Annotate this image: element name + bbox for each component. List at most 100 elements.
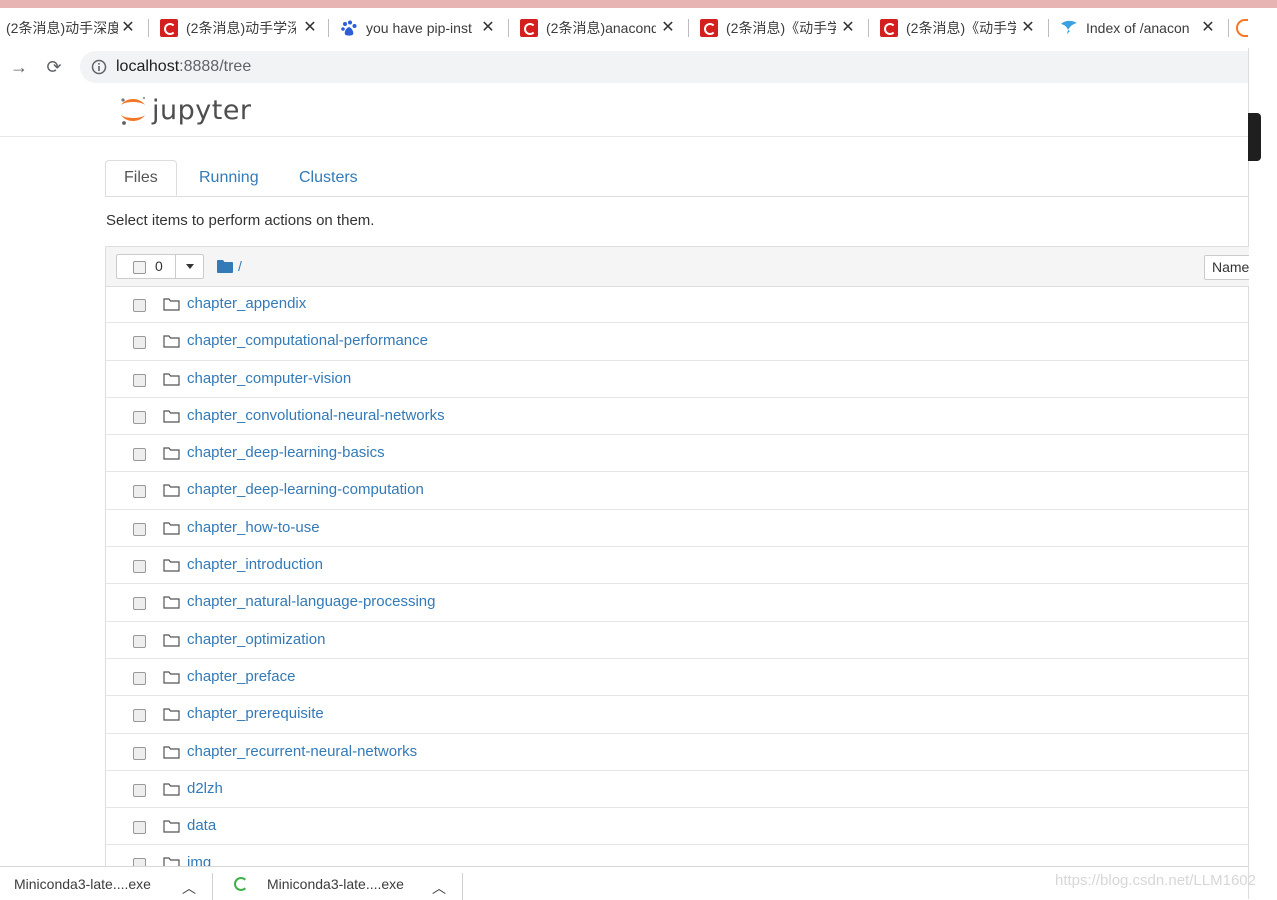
item-link[interactable]: d2lzh bbox=[187, 780, 223, 797]
list-item[interactable]: chapter_preface bbox=[106, 659, 1249, 697]
item-link[interactable]: chapter_appendix bbox=[187, 295, 306, 312]
select-all-dropdown[interactable]: 0 bbox=[116, 254, 204, 279]
item-link[interactable]: chapter_recurrent-neural-networks bbox=[187, 743, 417, 760]
select-all-checkbox[interactable] bbox=[133, 261, 146, 274]
caret-down-icon[interactable] bbox=[186, 264, 194, 269]
jupyter-tabs: Files Running Clusters bbox=[105, 160, 1248, 197]
list-item[interactable]: chapter_convolutional-neural-networks bbox=[106, 398, 1249, 436]
item-checkbox[interactable] bbox=[133, 336, 146, 350]
item-checkbox[interactable] bbox=[133, 448, 146, 462]
list-item[interactable]: chapter_computer-vision bbox=[106, 361, 1249, 398]
folder-icon bbox=[163, 410, 180, 423]
list-item[interactable]: chapter_appendix bbox=[106, 286, 1249, 324]
item-link[interactable]: chapter_prerequisite bbox=[187, 705, 324, 722]
item-checkbox[interactable] bbox=[133, 746, 146, 760]
side-panel-handle[interactable] bbox=[1248, 113, 1261, 161]
tab-title: (2条消息)动手学深 bbox=[186, 20, 296, 36]
tab-close-icon[interactable]: ✕ bbox=[300, 17, 320, 37]
item-link[interactable]: chapter_introduction bbox=[187, 556, 323, 573]
list-item[interactable]: chapter_prerequisite bbox=[106, 696, 1249, 734]
item-checkbox[interactable] bbox=[133, 597, 146, 611]
browser-tab[interactable]: (2条消息)anacond ✕ bbox=[520, 8, 686, 48]
tab-files[interactable]: Files bbox=[105, 160, 177, 196]
browser-tab[interactable]: Index of /anacon ✕ bbox=[1060, 8, 1226, 48]
tab-close-icon[interactable]: ✕ bbox=[118, 17, 138, 37]
item-link[interactable]: chapter_how-to-use bbox=[187, 519, 320, 536]
download-filename: Miniconda3-late....exe bbox=[267, 875, 404, 892]
list-item[interactable]: img bbox=[106, 845, 1249, 867]
item-link[interactable]: data bbox=[187, 817, 216, 834]
info-icon[interactable] bbox=[91, 59, 107, 75]
browser-tab[interactable]: (2条消息)《动手学 ✕ bbox=[880, 8, 1046, 48]
folder-icon bbox=[163, 596, 180, 609]
item-link[interactable]: chapter_optimization bbox=[187, 631, 325, 648]
item-link[interactable]: chapter_preface bbox=[187, 668, 295, 685]
item-link[interactable]: chapter_computational-performance bbox=[187, 332, 428, 349]
item-link[interactable]: chapter_deep-learning-basics bbox=[187, 444, 385, 461]
file-list: chapter_appendix chapter_computational-p… bbox=[106, 286, 1249, 867]
chevron-up-icon[interactable]: ︿ bbox=[182, 878, 196, 898]
item-checkbox[interactable] bbox=[133, 485, 146, 499]
sort-by-name-button[interactable]: Name bbox=[1204, 255, 1249, 280]
list-item[interactable]: chapter_optimization bbox=[106, 622, 1249, 659]
item-checkbox[interactable] bbox=[133, 373, 146, 387]
jupyter-header: jupyter bbox=[0, 86, 1248, 137]
download-filename: Miniconda3-late....exe bbox=[14, 875, 151, 892]
tab-close-icon[interactable]: ✕ bbox=[1198, 17, 1218, 37]
list-item[interactable]: d2lzh bbox=[106, 771, 1249, 809]
tab-clusters[interactable]: Clusters bbox=[281, 160, 376, 196]
browser-tab[interactable]: (2条消息)动手深度 ✕ bbox=[0, 8, 146, 48]
item-checkbox[interactable] bbox=[133, 709, 146, 723]
item-link[interactable]: chapter_computer-vision bbox=[187, 370, 351, 387]
csdn-icon bbox=[520, 19, 538, 37]
chevron-up-icon[interactable]: ︿ bbox=[432, 878, 446, 898]
list-item[interactable]: data bbox=[106, 808, 1249, 846]
download-item[interactable]: Miniconda3-late....exe ︿ bbox=[234, 867, 456, 900]
folder-icon bbox=[163, 745, 180, 759]
tab-running[interactable]: Running bbox=[181, 160, 277, 196]
item-link[interactable]: chapter_deep-learning-computation bbox=[187, 481, 424, 498]
browser-tab[interactable]: you have pip-inst ✕ bbox=[340, 8, 506, 48]
item-checkbox[interactable] bbox=[133, 410, 146, 424]
list-item[interactable]: chapter_computational-performance bbox=[106, 323, 1249, 361]
browser-tab-partial[interactable] bbox=[1236, 8, 1248, 48]
folder-icon bbox=[163, 559, 180, 572]
tab-separator bbox=[328, 19, 329, 37]
tab-separator bbox=[508, 19, 509, 37]
browser-tab[interactable]: (2条消息)动手学深 ✕ bbox=[160, 8, 328, 48]
breadcrumb[interactable]: / bbox=[217, 258, 242, 274]
tab-close-icon[interactable]: ✕ bbox=[1018, 17, 1038, 37]
reload-icon[interactable]: ⟳ bbox=[41, 54, 67, 80]
item-checkbox[interactable] bbox=[133, 821, 146, 835]
folder-icon bbox=[163, 783, 180, 796]
tab-separator bbox=[1228, 19, 1229, 37]
folder-icon bbox=[163, 522, 180, 535]
list-item[interactable]: chapter_introduction bbox=[106, 547, 1249, 585]
list-item[interactable]: chapter_how-to-use bbox=[106, 510, 1249, 548]
item-link[interactable]: chapter_convolutional-neural-networks bbox=[187, 407, 445, 424]
list-item[interactable]: chapter_deep-learning-basics bbox=[106, 435, 1249, 473]
jupyter-logo[interactable]: jupyter bbox=[118, 93, 252, 127]
tab-close-icon[interactable]: ✕ bbox=[658, 17, 678, 37]
tab-separator bbox=[688, 19, 689, 37]
forward-icon[interactable]: → bbox=[6, 54, 32, 80]
download-separator bbox=[462, 873, 463, 900]
tab-close-icon[interactable]: ✕ bbox=[478, 17, 498, 37]
browser-tab[interactable]: (2条消息)《动手学 ✕ bbox=[700, 8, 866, 48]
folder-icon bbox=[163, 372, 180, 386]
item-checkbox[interactable] bbox=[133, 783, 146, 797]
download-item[interactable]: Miniconda3-late....exe ︿ bbox=[14, 867, 204, 900]
file-list-panel: 0 / Name chapter_appendix chapter_comput… bbox=[105, 246, 1249, 868]
tab-close-icon[interactable]: ✕ bbox=[838, 17, 858, 37]
item-checkbox[interactable] bbox=[133, 522, 146, 536]
list-item[interactable]: chapter_recurrent-neural-networks bbox=[106, 734, 1249, 771]
list-item[interactable]: chapter_deep-learning-computation bbox=[106, 472, 1249, 510]
item-link[interactable]: chapter_natural-language-processing bbox=[187, 593, 436, 610]
list-item[interactable]: chapter_natural-language-processing bbox=[106, 584, 1249, 622]
item-checkbox[interactable] bbox=[133, 671, 146, 685]
item-checkbox[interactable] bbox=[133, 634, 146, 648]
breadcrumb-root[interactable]: / bbox=[238, 258, 242, 274]
url-input[interactable]: localhost:8888/tree bbox=[80, 51, 1277, 83]
item-checkbox[interactable] bbox=[133, 299, 146, 312]
item-checkbox[interactable] bbox=[133, 560, 146, 574]
